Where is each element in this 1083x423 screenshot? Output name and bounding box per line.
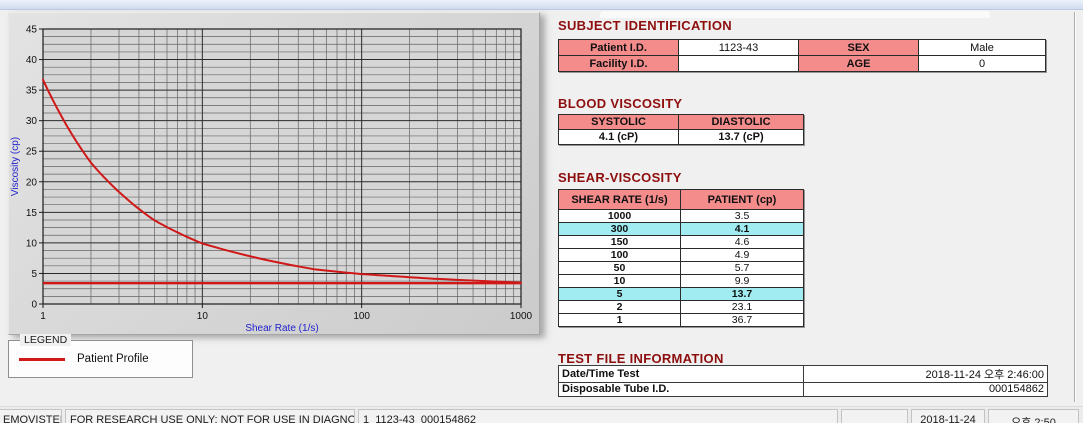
svg-text:100: 100: [353, 311, 370, 322]
patient-viscosity-cell: 36.7: [681, 314, 804, 327]
svg-text:35: 35: [26, 86, 38, 97]
facility-id-label: Facility I.D.: [559, 56, 679, 72]
diastolic-header: DIASTOLIC: [679, 115, 804, 130]
shear-viscosity-table-body: 10003.53004.11504.61004.9505.7109.9513.7…: [559, 210, 804, 327]
patient-header: PATIENT (cp): [681, 190, 804, 210]
shear-rate-cell: 150: [559, 236, 681, 249]
patient-viscosity-cell: 9.9: [681, 275, 804, 288]
table-row: 4.1 (cP) 13.7 (cP): [559, 130, 804, 145]
chart-legend: LEGEND Patient Profile: [8, 340, 193, 378]
table-row: 505.7: [559, 262, 804, 275]
sex-label: SEX: [799, 40, 919, 56]
test-file-information-title: TEST FILE INFORMATION: [558, 351, 724, 366]
blood-viscosity-table: SYSTOLIC DIASTOLIC 4.1 (cP) 13.7 (cP): [558, 114, 804, 145]
blood-viscosity-title: BLOOD VISCOSITY: [558, 96, 682, 111]
shear-rate-cell: 2: [559, 301, 681, 314]
table-row: Disposable Tube I.D. 000154862: [559, 383, 1048, 397]
svg-text:10: 10: [197, 311, 209, 322]
table-header-row: SHEAR RATE (1/s) PATIENT (cp): [559, 190, 804, 210]
svg-text:45: 45: [26, 25, 38, 36]
svg-text:1000: 1000: [510, 311, 533, 322]
window-highlight-strip: [600, 11, 990, 18]
date-time-test-value: 2018-11-24 오후 2:46:00: [804, 366, 1048, 383]
patient-viscosity-cell: 5.7: [681, 262, 804, 275]
svg-text:10: 10: [26, 238, 38, 249]
age-label: AGE: [799, 56, 919, 72]
status-segment-empty: [841, 409, 908, 423]
test-file-information-table: Date/Time Test 2018-11-24 오후 2:46:00 Dis…: [558, 365, 1048, 397]
table-row: 109.9: [559, 275, 804, 288]
table-row: 136.7: [559, 314, 804, 327]
status-segment-file: 1_1123-43_000154862: [358, 409, 838, 423]
shear-rate-cell: 1000: [559, 210, 681, 223]
table-row: 513.7: [559, 288, 804, 301]
sex-value: Male: [919, 40, 1046, 56]
table-row: Date/Time Test 2018-11-24 오후 2:46:00: [559, 366, 1048, 383]
patient-viscosity-cell: 4.6: [681, 236, 804, 249]
facility-id-value: [679, 56, 799, 72]
shear-rate-cell: 50: [559, 262, 681, 275]
systolic-header: SYSTOLIC: [559, 115, 679, 130]
svg-text:1: 1: [40, 311, 46, 322]
shear-viscosity-table: SHEAR RATE (1/s) PATIENT (cp) 10003.5300…: [558, 189, 804, 327]
shear-rate-header: SHEAR RATE (1/s): [559, 190, 681, 210]
svg-text:25: 25: [26, 147, 38, 158]
diastolic-value: 13.7 (cP): [679, 130, 804, 145]
disposable-tube-id-value: 000154862: [804, 383, 1048, 397]
legend-entry: Patient Profile: [19, 353, 192, 365]
shear-rate-cell: 10: [559, 275, 681, 288]
legend-title: LEGEND: [20, 334, 71, 346]
patient-viscosity-cell: 3.5: [681, 210, 804, 223]
svg-text:30: 30: [26, 116, 38, 127]
status-segment-disclaimer: FOR RESEARCH USE ONLY; NOT FOR USE IN DI…: [65, 409, 355, 423]
svg-text:Viscosity (cp): Viscosity (cp): [10, 137, 21, 196]
table-row: 3004.1: [559, 223, 804, 236]
shear-rate-cell: 1: [559, 314, 681, 327]
table-row: SYSTOLIC DIASTOLIC: [559, 115, 804, 130]
date-time-test-label: Date/Time Test: [559, 366, 804, 383]
disposable-tube-id-label: Disposable Tube I.D.: [559, 383, 804, 397]
svg-text:20: 20: [26, 177, 38, 188]
shear-rate-cell: 100: [559, 249, 681, 262]
patient-viscosity-cell: 4.9: [681, 249, 804, 262]
patient-viscosity-cell: 4.1: [681, 223, 804, 236]
patient-id-value: 1123-43: [679, 40, 799, 56]
svg-text:40: 40: [26, 55, 38, 66]
subject-identification-table: Patient I.D. 1123-43 SEX Male Facility I…: [558, 39, 1046, 72]
status-segment-device: EMOVISTER: [0, 409, 62, 423]
table-row: 1004.9: [559, 249, 804, 262]
patient-viscosity-cell: 13.7: [681, 288, 804, 301]
svg-text:15: 15: [26, 208, 38, 219]
viscometer-report-window: 0510152025303540451101001000Shear Rate (…: [0, 0, 1083, 423]
shear-rate-cell: 5: [559, 288, 681, 301]
patient-id-label: Patient I.D.: [559, 40, 679, 56]
shear-viscosity-title: SHEAR-VISCOSITY: [558, 170, 682, 185]
series-name-label: Patient Profile: [77, 353, 149, 365]
systolic-value: 4.1 (cP): [559, 130, 679, 145]
subject-identification-title: SUBJECT IDENTIFICATION: [558, 18, 732, 33]
table-row: Facility I.D. AGE 0: [559, 56, 1046, 72]
viscosity-chart: 0 5 10 15 20 25 30 35 40 45 1 10 100 1000 Shear Rate (…: [8, 12, 540, 335]
table-row: Patient I.D. 1123-43 SEX Male: [559, 40, 1046, 56]
panel-divider: [1074, 12, 1075, 402]
window-frame-strip: [0, 0, 1083, 10]
table-row: 10003.5: [559, 210, 804, 223]
status-segment-time: 오후 2:50: [988, 409, 1079, 423]
patient-viscosity-cell: 23.1: [681, 301, 804, 314]
svg-text:5: 5: [31, 269, 37, 280]
table-row: 1504.6: [559, 236, 804, 249]
table-row: 223.1: [559, 301, 804, 314]
shear-rate-cell: 300: [559, 223, 681, 236]
svg-text:0: 0: [31, 300, 37, 311]
svg-text:Shear Rate (1/s): Shear Rate (1/s): [245, 323, 318, 334]
age-value: 0: [919, 56, 1046, 72]
status-segment-date: 2018-11-24: [911, 409, 985, 423]
series-line-swatch: [19, 358, 65, 361]
status-bar: EMOVISTER FOR RESEARCH USE ONLY; NOT FOR…: [0, 406, 1083, 423]
